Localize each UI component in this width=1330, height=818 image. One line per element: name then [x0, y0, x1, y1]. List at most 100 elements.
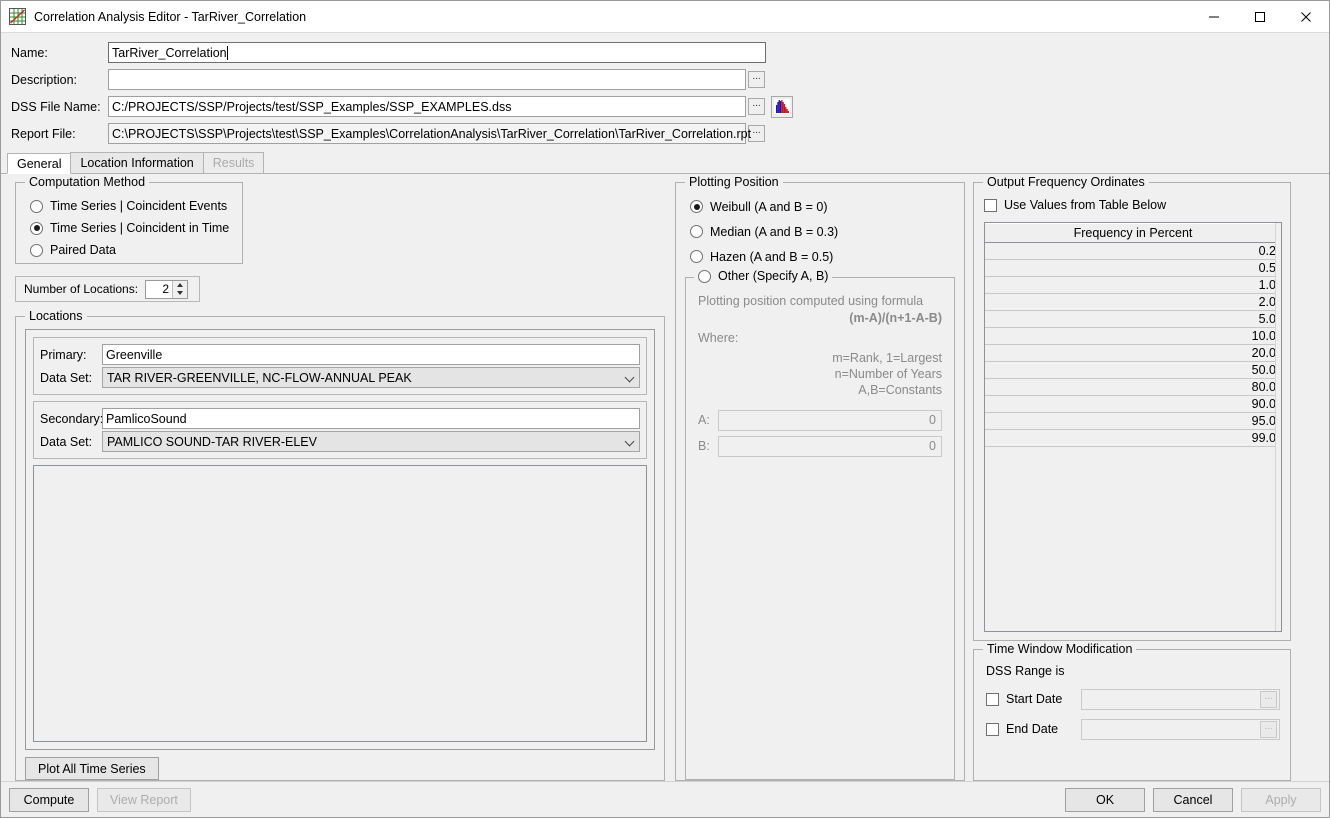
- number-of-locations-value: 2: [162, 281, 170, 296]
- use-values-from-table-checkbox[interactable]: Use Values from Table Below: [984, 194, 1282, 216]
- radio-other-specify-ab[interactable]: Other (Specify A, B): [694, 269, 833, 283]
- frequency-table[interactable]: Frequency in Percent 0.2 0.5 1.0 2.0 5.0…: [984, 222, 1282, 632]
- secondary-dataset-select[interactable]: PAMLICO SOUND-TAR RIVER-ELEV: [102, 431, 640, 452]
- formula-expression: (m-A)/(n+1-A-B): [849, 311, 942, 325]
- table-row[interactable]: 10.0: [985, 328, 1281, 345]
- histogram-icon[interactable]: [771, 95, 793, 118]
- secondary-dataset-row: Data Set: PAMLICO SOUND-TAR RIVER-ELEV: [40, 430, 640, 453]
- where-line-n: n=Number of Years: [834, 367, 942, 381]
- plot-all-time-series-button[interactable]: Plot All Time Series: [25, 757, 159, 780]
- secondary-name-row: Secondary: PamlicoSound: [40, 407, 640, 430]
- primary-dataset-label: Data Set:: [40, 370, 93, 385]
- primary-dataset-row: Data Set: TAR RIVER-GREENVILLE, NC-FLOW-…: [40, 366, 640, 389]
- report-file-value: C:\PROJECTS\SSP\Projects\test\SSP_Exampl…: [112, 126, 752, 141]
- dss-file-input[interactable]: C:/PROJECTS/SSP/Projects/test/SSP_Exampl…: [108, 96, 746, 117]
- table-row[interactable]: 95.0: [985, 413, 1281, 430]
- description-input[interactable]: [108, 69, 746, 90]
- radio-median[interactable]: Median (A and B = 0.3): [690, 219, 964, 244]
- report-file-input[interactable]: C:\PROJECTS\SSP\Projects\test\SSP_Exampl…: [108, 123, 751, 144]
- ok-button[interactable]: OK: [1065, 787, 1145, 812]
- plotting-position-group: Plotting Position Weibull (A and B = 0) …: [675, 175, 965, 781]
- start-date-row: Start Date ...: [986, 684, 1280, 714]
- checkbox-icon: [984, 198, 997, 212]
- tab-results: Results: [202, 152, 265, 173]
- radio-time-series-coincident-events[interactable]: Time Series | Coincident Events: [30, 195, 242, 217]
- dss-file-value: C:/PROJECTS/SSP/Projects/test/SSP_Exampl…: [112, 99, 512, 114]
- stepper-down-icon[interactable]: [173, 289, 187, 298]
- primary-dataset-select[interactable]: TAR RIVER-GREENVILLE, NC-FLOW-ANNUAL PEA…: [102, 367, 640, 388]
- description-row: Description: ...: [1, 66, 1329, 93]
- stepper-arrows[interactable]: [172, 280, 188, 298]
- dss-range-label: DSS Range is: [986, 664, 1065, 678]
- stepper-up-icon[interactable]: [173, 281, 187, 290]
- table-row[interactable]: 0.5: [985, 260, 1281, 277]
- table-row[interactable]: 99.0: [985, 430, 1281, 447]
- radio-icon: [30, 199, 43, 213]
- primary-name-input[interactable]: Greenville: [102, 344, 640, 365]
- plotting-position-options: Weibull (A and B = 0) Median (A and B = …: [676, 183, 964, 269]
- primary-label: Primary:: [40, 347, 87, 362]
- left-column: Computation Method Time Series | Coincid…: [7, 175, 667, 781]
- maximize-icon[interactable]: [1237, 1, 1283, 32]
- radio-label: Paired Data: [50, 243, 117, 257]
- tab-location-information[interactable]: Location Information: [70, 152, 204, 173]
- number-of-locations-group: Number of Locations: 2: [15, 276, 200, 302]
- name-value: TarRiver_Correlation: [112, 45, 227, 60]
- constant-a-input: 0: [718, 409, 942, 431]
- footer-button-bar: Compute View Report OK Cancel Apply: [1, 781, 1329, 817]
- start-date-checkbox[interactable]: Start Date: [986, 692, 1081, 706]
- frequency-table-rows: 0.2 0.5 1.0 2.0 5.0 10.0 20.0 50.0 80.0 …: [985, 243, 1281, 631]
- start-date-label: Start Date: [1006, 692, 1063, 706]
- radio-icon-selected: [30, 221, 43, 235]
- table-row[interactable]: 5.0: [985, 311, 1281, 328]
- table-row[interactable]: 50.0: [985, 362, 1281, 379]
- locations-empty-area: [33, 465, 647, 742]
- minimize-icon[interactable]: [1191, 1, 1237, 32]
- radio-label: Weibull (A and B = 0): [710, 199, 828, 214]
- footer-left-buttons: Compute View Report: [9, 787, 191, 812]
- end-date-checkbox[interactable]: End Date: [986, 722, 1081, 736]
- constant-b-label: B:: [698, 439, 710, 453]
- view-report-button: View Report: [97, 787, 191, 812]
- radio-paired-data[interactable]: Paired Data: [30, 239, 242, 261]
- primary-dataset-value: TAR RIVER-GREENVILLE, NC-FLOW-ANNUAL PEA…: [107, 370, 412, 385]
- time-window-body: DSS Range is Start Date ... End Date ...: [974, 650, 1290, 744]
- constant-a-value: 0: [929, 413, 936, 427]
- number-of-locations-stepper[interactable]: 2: [145, 279, 189, 299]
- report-file-label: Report File:: [11, 126, 76, 141]
- frequency-table-scrollbar[interactable]: [1275, 223, 1281, 631]
- primary-location-card: Primary: Greenville Data Set: TAR RIVER-…: [33, 337, 647, 395]
- table-row[interactable]: 80.0: [985, 379, 1281, 396]
- compute-button[interactable]: Compute: [9, 787, 89, 812]
- description-browse-button[interactable]: ...: [748, 71, 765, 88]
- radio-hazen[interactable]: Hazen (A and B = 0.5): [690, 244, 964, 269]
- secondary-dataset-label: Data Set:: [40, 434, 93, 449]
- cancel-button[interactable]: Cancel: [1153, 787, 1233, 812]
- time-window-legend: Time Window Modification: [983, 642, 1137, 656]
- apply-button: Apply: [1241, 787, 1321, 812]
- close-icon[interactable]: [1283, 1, 1329, 32]
- locations-inner-panel: Primary: Greenville Data Set: TAR RIVER-…: [25, 329, 655, 750]
- table-row[interactable]: 20.0: [985, 345, 1281, 362]
- table-row[interactable]: 90.0: [985, 396, 1281, 413]
- primary-name-value: Greenville: [106, 347, 163, 362]
- computation-method-options: Time Series | Coincident Events Time Ser…: [16, 183, 242, 269]
- table-row[interactable]: 2.0: [985, 294, 1281, 311]
- locations-legend: Locations: [25, 309, 87, 323]
- number-of-locations-label: Number of Locations:: [24, 282, 139, 296]
- time-window-modification-group: Time Window Modification DSS Range is St…: [973, 642, 1291, 781]
- other-plotting-position-group: Other (Specify A, B) Plotting position c…: [685, 269, 955, 780]
- table-row[interactable]: 1.0: [985, 277, 1281, 294]
- name-input[interactable]: TarRiver_Correlation: [108, 42, 766, 63]
- radio-weibull[interactable]: Weibull (A and B = 0): [690, 194, 964, 219]
- end-date-browse-button: ...: [1260, 720, 1277, 738]
- tab-general[interactable]: General: [7, 153, 72, 174]
- primary-name-row: Primary: Greenville: [40, 343, 640, 366]
- radio-time-series-coincident-in-time[interactable]: Time Series | Coincident in Time: [30, 217, 242, 239]
- footer-right-buttons: OK Cancel Apply: [1065, 787, 1321, 812]
- general-tab-content: Computation Method Time Series | Coincid…: [1, 174, 1329, 781]
- dss-file-browse-button[interactable]: ...: [748, 98, 765, 115]
- table-row[interactable]: 0.2: [985, 243, 1281, 260]
- secondary-name-input[interactable]: PamlicoSound: [102, 408, 640, 429]
- formula-intro: Plotting position computed using formula: [698, 294, 924, 308]
